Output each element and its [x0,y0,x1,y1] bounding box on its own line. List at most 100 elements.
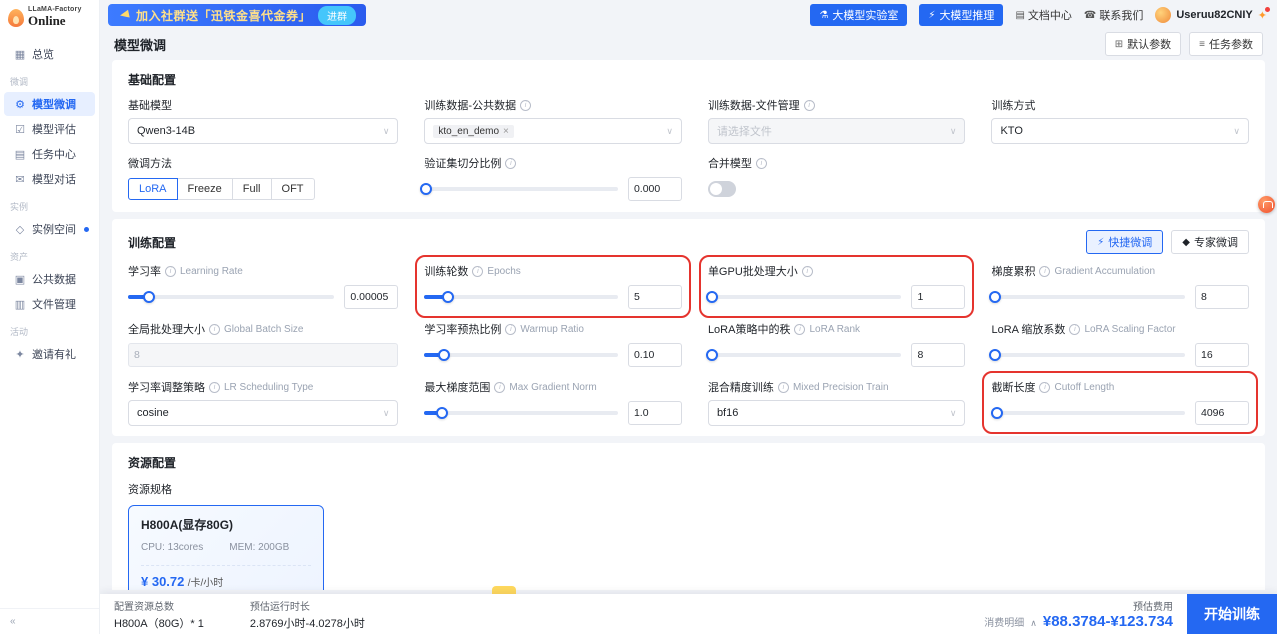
lr-scheduler-select[interactable]: cosine ∨ [128,400,399,426]
notification-dot [84,226,89,232]
lora-scaling-input[interactable] [1194,343,1249,367]
sidebar-item-overview[interactable]: ▦ 总览 [4,42,95,66]
grad-accum-slider[interactable] [989,291,1185,303]
slider-handle[interactable] [142,291,155,303]
cutoff-length-slider[interactable] [991,407,1185,419]
slider-handle[interactable] [435,407,448,419]
slider-handle[interactable] [441,291,454,303]
info-icon[interactable]: i [755,157,767,169]
param-mixed-precision: 混合精度训练 i Mixed Precision Train bf16 ∨ [707,380,966,426]
join-group-button[interactable]: 进群 [318,5,357,25]
info-icon[interactable]: i [1039,265,1051,277]
expert-finetune-button[interactable]: ◆ 专家微调 [1171,230,1249,254]
train-method-select[interactable]: KTO ∨ [991,118,1249,144]
resource-card-mem: MEM: 200GB [229,542,290,553]
per-gpu-batch-input[interactable] [911,285,966,309]
info-icon[interactable]: i [472,265,484,277]
rewards-icon[interactable]: ✦ [1258,6,1271,22]
sidebar: LLaMA-Factory Online ▦ 总览 微调 ⚙ 模型微调 ☑ 模型… [0,0,100,634]
user-menu[interactable]: Useruu82CNIY ✦ [1155,6,1271,23]
llm-lab-button[interactable]: ⚗ 大模型实验室 [810,4,908,26]
info-icon[interactable]: i [794,323,806,335]
sidebar-item-instance-space[interactable]: ◇ 实例空间 [4,217,95,241]
gift-icon: ✦ [15,348,25,361]
sidebar-item-model-chat[interactable]: ✉ 模型对话 [4,167,95,191]
info-icon[interactable]: i [777,381,789,393]
app-logo[interactable]: LLaMA-Factory Online [0,0,99,37]
resource-card-h800a[interactable]: H800A(显存80G) CPU: 13cores MEM: 200GB ¥ 3… [128,505,324,590]
max-grad-norm-input[interactable] [627,401,682,425]
docs-center-link[interactable]: ▤ 文档中心 [1015,7,1071,23]
sidebar-item-label: 模型微调 [32,99,76,111]
info-icon[interactable]: i [801,265,813,277]
train-data-public-select[interactable]: kto_en_demo × ∨ [424,118,682,144]
param-label-en: Cutoff Length [1054,381,1115,393]
sidebar-item-task-center[interactable]: ▤ 任务中心 [4,142,95,166]
slider-handle[interactable] [437,349,450,361]
community-banner[interactable]: 加入社群送「迅铁金喜代金券」 进群 [108,4,367,26]
mixed-precision-select[interactable]: bf16 ∨ [707,400,966,426]
content-scroll[interactable]: 基础配置 基础模型 Qwen3-14B ∨ 训练数据-公共数据 i kto_en… [112,60,1265,590]
slider-handle[interactable] [705,349,718,361]
slider-handle[interactable] [705,291,718,303]
slider-handle[interactable] [420,183,433,195]
info-icon[interactable]: i [520,99,532,111]
task-params-button[interactable]: ≡ 任务参数 [1189,32,1263,56]
info-icon[interactable]: i [209,381,220,393]
method-lora-button[interactable]: LoRA [128,178,178,200]
method-full-button[interactable]: Full [231,178,272,200]
learning-rate-slider[interactable] [128,291,335,303]
lora-rank-slider[interactable] [705,349,902,361]
slider-handle[interactable] [989,291,1002,303]
info-icon[interactable]: i [165,265,176,277]
quick-finetune-button[interactable]: ⚡ 快捷微调 [1086,230,1164,254]
remove-tag-icon[interactable]: × [503,126,509,137]
customer-service-button[interactable] [1258,196,1275,213]
warmup-ratio-slider[interactable] [424,349,618,361]
cost-detail-link[interactable]: 消费明细 [984,614,1024,629]
sidebar-item-invite[interactable]: ✦ 邀请有礼 [4,342,95,366]
info-icon[interactable]: i [505,157,517,169]
slider-handle[interactable] [989,349,1002,361]
sidebar-item-model-finetune[interactable]: ⚙ 模型微调 [4,92,95,116]
sidebar-item-file-manage[interactable]: ▥ 文件管理 [4,292,95,316]
warmup-ratio-input[interactable] [627,343,682,367]
cutoff-length-input[interactable] [1194,401,1249,425]
default-params-button[interactable]: ⊞ 默认参数 [1104,32,1182,56]
basic-config-panel: 基础配置 基础模型 Qwen3-14B ∨ 训练数据-公共数据 i kto_en… [112,60,1265,212]
merge-model-toggle[interactable] [707,181,736,197]
epochs-input[interactable] [627,285,682,309]
method-oft-button[interactable]: OFT [270,178,315,200]
brand-sub: Online [28,13,66,28]
info-icon[interactable]: i [209,323,220,335]
info-icon[interactable]: i [505,323,517,335]
grad-accum-input[interactable] [1194,285,1249,309]
collapse-sidebar-button[interactable]: « [10,616,16,627]
contact-us-link[interactable]: ☎ 联系我们 [1084,7,1143,23]
per-gpu-batch-slider[interactable] [705,291,902,303]
val-split-input[interactable] [627,177,682,201]
val-split-slider[interactable] [420,183,618,195]
lora-scaling-slider[interactable] [989,349,1185,361]
epochs-slider[interactable] [424,291,618,303]
lora-rank-input[interactable] [911,343,966,367]
slider-handle[interactable] [991,407,1004,419]
promo-tab[interactable] [492,586,516,594]
username: Useruu82CNIY [1176,9,1253,21]
max-grad-norm-slider[interactable] [424,407,618,419]
info-icon[interactable]: i [1039,381,1051,393]
sidebar-item-public-data[interactable]: ▣ 公共数据 [4,267,95,291]
start-training-button[interactable]: 开始训练 [1187,594,1277,634]
field-base-model: 基础模型 Qwen3-14B ∨ [128,98,399,144]
merge-model-label: 合并模型 [707,158,752,170]
train-data-file-select[interactable]: 请选择文件 ∨ [707,118,966,144]
learning-rate-input[interactable] [344,285,399,309]
sidebar-item-model-eval[interactable]: ☑ 模型评估 [4,117,95,141]
info-icon[interactable]: i [494,381,506,393]
llm-inference-button[interactable]: ⚡ 大模型推理 [919,4,1004,26]
caret-up-icon[interactable]: ∧ [1030,618,1037,629]
method-freeze-button[interactable]: Freeze [176,178,233,200]
info-icon[interactable]: i [803,99,815,111]
base-model-select[interactable]: Qwen3-14B ∨ [128,118,399,144]
info-icon[interactable]: i [1069,323,1081,335]
